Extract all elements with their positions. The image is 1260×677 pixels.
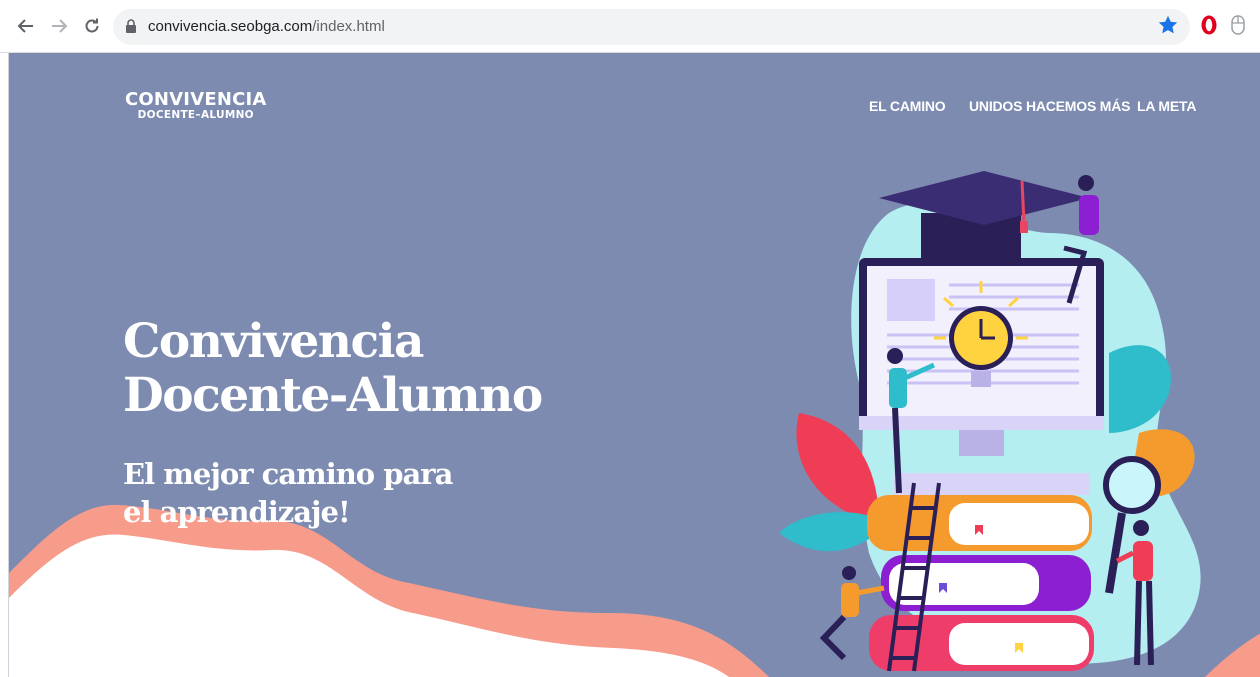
forward-button[interactable] xyxy=(47,14,71,38)
url-text: convivencia.seobga.com/index.html xyxy=(148,18,385,35)
back-arrow-icon xyxy=(17,19,33,33)
forward-arrow-icon xyxy=(52,19,68,33)
lock-icon xyxy=(126,19,136,33)
bookmark-star-icon[interactable] xyxy=(1157,14,1179,36)
hero-title: Convivencia Docente-Alumno xyxy=(123,314,543,423)
hero-title-line1: Convivencia xyxy=(123,314,424,369)
hero-subtitle-line2: el aprendizaje! xyxy=(123,495,351,529)
hero-title-line2: Docente-Alumno xyxy=(123,368,543,423)
hero-subtitle: El mejor camino para el aprendizaje! xyxy=(123,455,453,531)
opera-icon[interactable] xyxy=(1200,14,1218,36)
extension-icon[interactable] xyxy=(1230,14,1246,36)
reload-button[interactable] xyxy=(80,14,104,38)
nav-la-meta[interactable]: LA META xyxy=(1137,98,1196,114)
reload-icon xyxy=(85,18,99,33)
address-bar[interactable]: convivencia.seobga.com/index.html xyxy=(113,9,1190,45)
nav-unidos-hacemos-mas[interactable]: UNIDOS HACEMOS MÁS xyxy=(969,98,1130,114)
url-path: /index.html xyxy=(312,18,385,35)
back-button[interactable] xyxy=(14,14,38,38)
browser-toolbar: convivencia.seobga.com/index.html xyxy=(0,0,1260,53)
website-page: CONVIVENCIA DOCENTE–ALUMNO EL CAMINO UNI… xyxy=(8,53,1260,677)
url-domain: convivencia.seobga.com xyxy=(148,18,313,35)
screenshot-frame: convivencia.seobga.com/index.html CONVIV… xyxy=(0,0,1260,677)
main-nav: EL CAMINO UNIDOS HACEMOS MÁS LA META xyxy=(9,98,1260,118)
nav-el-camino[interactable]: EL CAMINO xyxy=(869,98,946,114)
hero-subtitle-line1: El mejor camino para xyxy=(123,457,453,491)
